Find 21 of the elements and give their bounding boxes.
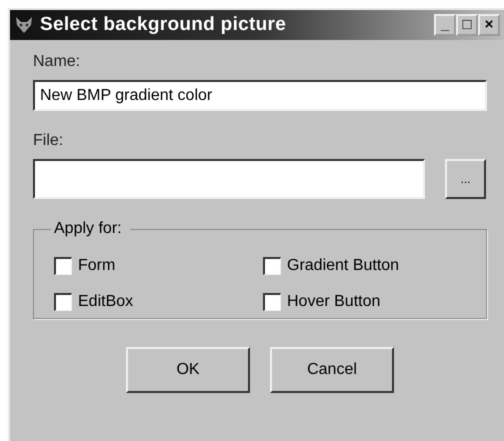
browse-button[interactable]: ...: [445, 159, 486, 199]
checkbox[interactable]: [54, 257, 72, 275]
checkbox[interactable]: [263, 257, 281, 275]
checkbox-label[interactable]: Gradient Button: [287, 256, 400, 276]
checkbox[interactable]: [54, 293, 72, 311]
cancel-button[interactable]: Cancel: [270, 347, 394, 393]
checkbox-label[interactable]: Hover Button: [287, 292, 380, 312]
maximize-button[interactable]: □: [456, 14, 478, 36]
group-label: Apply for:: [51, 219, 130, 239]
window-title: Select background picture: [40, 12, 288, 37]
field-label: Name:: [33, 52, 82, 72]
file-field[interactable]: [33, 159, 425, 199]
checkbox-label[interactable]: Form: [78, 256, 116, 276]
checkbox[interactable]: [263, 293, 281, 311]
ok-button[interactable]: OK: [126, 347, 250, 393]
field-label: File:: [33, 131, 64, 151]
fox-icon: [14, 16, 34, 34]
close-button[interactable]: ×: [478, 14, 500, 36]
checkbox-label[interactable]: EditBox: [78, 292, 134, 312]
name-field[interactable]: New BMP gradient color: [33, 80, 487, 111]
minimize-button[interactable]: _: [434, 14, 456, 36]
